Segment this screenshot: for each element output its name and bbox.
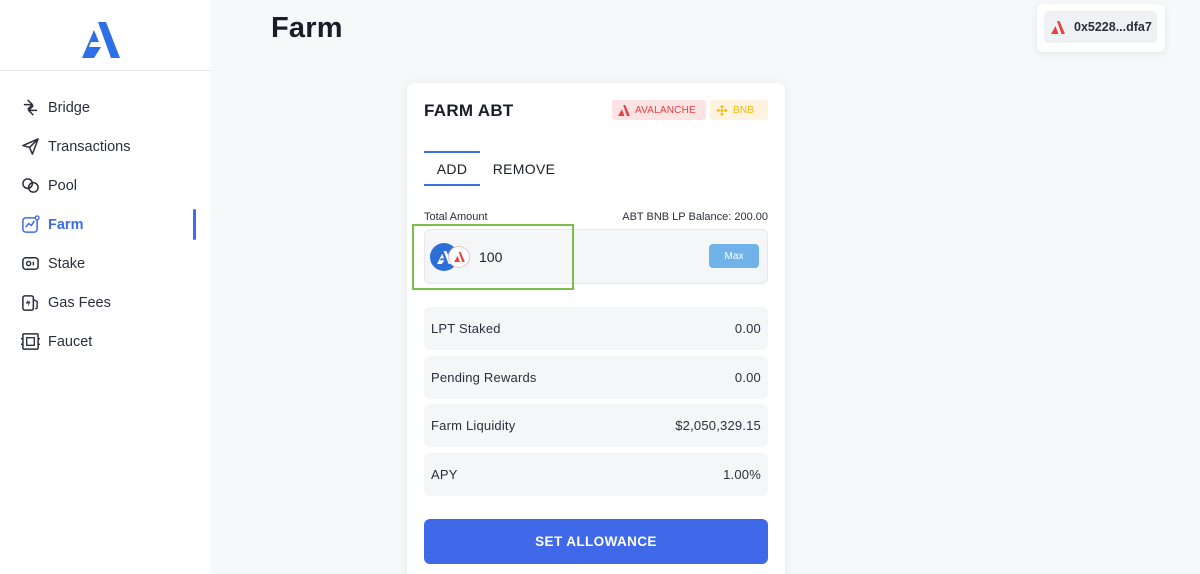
sidebar: Bridge Transactions Pool Farm Stake Gas … xyxy=(0,0,211,574)
sidebar-item-label: Pool xyxy=(48,177,78,194)
farm-card: FARM ABT AVALANCHE BNB ADD REMOVE Total … xyxy=(407,83,785,574)
gas-icon xyxy=(20,293,40,313)
tab-bar: ADD REMOVE xyxy=(424,151,564,186)
set-allowance-button[interactable]: SET ALLOWANCE xyxy=(424,519,768,564)
chip-label: BNB xyxy=(733,104,755,116)
sidebar-divider xyxy=(0,70,211,71)
avalanche-icon xyxy=(1051,20,1065,34)
sidebar-item-label: Gas Fees xyxy=(48,294,111,311)
stat-value: 0.00 xyxy=(734,370,761,385)
active-indicator xyxy=(193,209,196,240)
wallet-address: 0x5228...dfa7 xyxy=(1074,20,1152,34)
sidebar-item-label: Transactions xyxy=(48,138,131,155)
faucet-icon xyxy=(20,332,40,352)
sidebar-item-pool[interactable]: Pool xyxy=(0,166,211,205)
stat-value: $2,050,329.15 xyxy=(675,418,761,433)
lp-balance: ABT BNB LP Balance: 200.00 xyxy=(622,211,768,223)
card-title: FARM ABT xyxy=(424,101,514,120)
pool-icon xyxy=(20,176,40,196)
network-chip-bnb: BNB xyxy=(710,100,768,120)
amount-highlight-box xyxy=(412,224,574,290)
stat-label: Pending Rewards xyxy=(431,370,537,385)
stat-row-lpt-staked: LPT Staked 0.00 xyxy=(424,307,768,350)
tab-remove[interactable]: REMOVE xyxy=(484,151,564,186)
sidebar-item-faucet[interactable]: Faucet xyxy=(0,322,211,361)
sidebar-item-label: Faucet xyxy=(48,333,93,350)
bnb-icon xyxy=(716,104,728,116)
sidebar-item-label: Stake xyxy=(48,255,86,272)
sidebar-item-gas-fees[interactable]: Gas Fees xyxy=(0,283,211,322)
avalanche-icon xyxy=(618,104,630,116)
wallet-address-pill[interactable]: 0x5228...dfa7 xyxy=(1044,11,1157,43)
page-title: Farm xyxy=(271,12,343,44)
chip-label: AVALANCHE xyxy=(635,104,696,116)
max-button[interactable]: Max xyxy=(709,244,759,268)
chart-icon xyxy=(20,215,40,235)
send-icon xyxy=(20,137,40,157)
stat-row-apy: APY 1.00% xyxy=(424,453,768,496)
amount-label: Total Amount xyxy=(424,211,488,223)
sidebar-item-label: Bridge xyxy=(48,99,90,116)
bridge-icon xyxy=(20,98,40,118)
wallet-button[interactable]: 0x5228...dfa7 xyxy=(1037,4,1165,52)
sidebar-item-transactions[interactable]: Transactions xyxy=(0,127,211,166)
stat-row-pending-rewards: Pending Rewards 0.00 xyxy=(424,356,768,399)
network-chip-avalanche: AVALANCHE xyxy=(612,100,706,120)
sidebar-item-farm[interactable]: Farm xyxy=(0,205,211,244)
app-logo-icon[interactable] xyxy=(80,22,120,58)
stake-icon xyxy=(20,254,40,274)
stat-value: 1.00% xyxy=(723,467,761,482)
sidebar-item-stake[interactable]: Stake xyxy=(0,244,211,283)
stat-row-farm-liquidity: Farm Liquidity $2,050,329.15 xyxy=(424,404,768,447)
sidebar-item-bridge[interactable]: Bridge xyxy=(0,88,211,127)
stat-label: LPT Staked xyxy=(431,321,501,336)
sidebar-item-label: Farm xyxy=(48,216,84,233)
stat-label: Farm Liquidity xyxy=(431,418,516,433)
stat-label: APY xyxy=(431,467,458,482)
tab-add[interactable]: ADD xyxy=(424,151,480,186)
sidebar-nav: Bridge Transactions Pool Farm Stake Gas … xyxy=(0,88,211,361)
stat-value: 0.00 xyxy=(734,321,761,336)
